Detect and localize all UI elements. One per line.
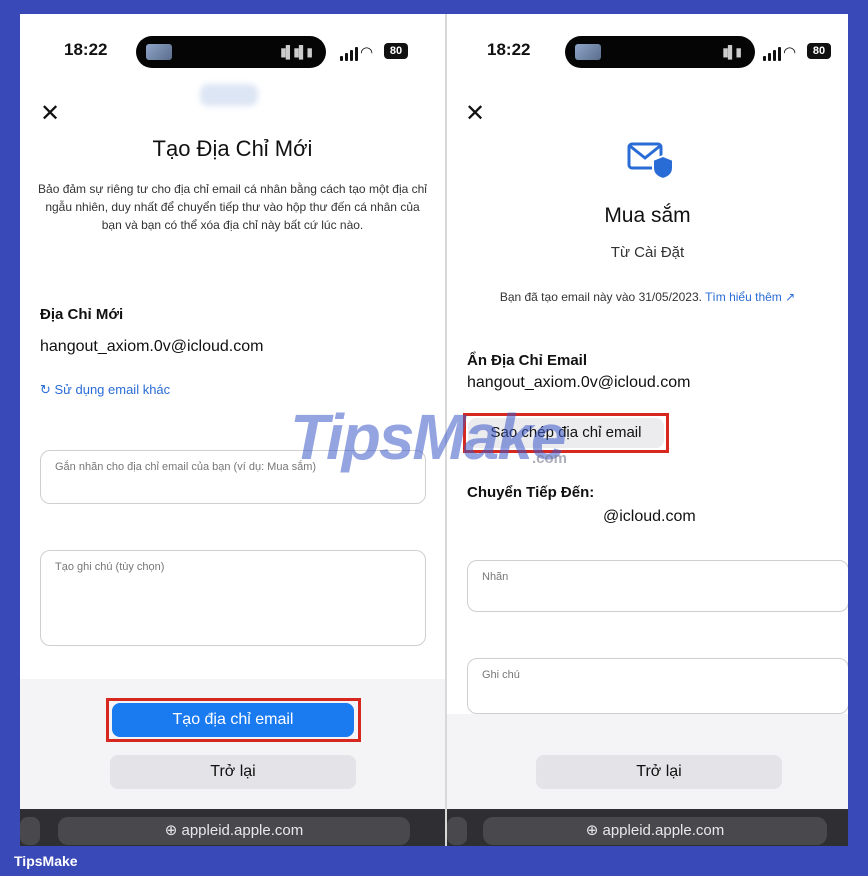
created-info-text: Bạn đã tạo email này vào 31/05/2023. bbox=[499, 290, 702, 304]
forward-to-value: @icloud.com bbox=[603, 508, 696, 525]
address-title: Mua sắm bbox=[604, 204, 691, 227]
status-bar: 18:22 ▮▌▮ ◠ 80 bbox=[447, 36, 848, 68]
signal-icon bbox=[763, 47, 781, 61]
dynamic-island: ▮▌▮▌▮ bbox=[136, 36, 326, 68]
media-thumbnail-icon bbox=[575, 44, 601, 60]
media-thumbnail-icon bbox=[146, 44, 172, 60]
watermark-logo: TipsMake bbox=[290, 401, 566, 473]
hide-email-value: hangout_axiom.0v@icloud.com bbox=[467, 374, 691, 391]
hide-email-label: Ẩn Địa Chỉ Email bbox=[467, 352, 588, 369]
label-input[interactable]: Nhãn bbox=[467, 560, 848, 612]
back-button[interactable]: Trở lại bbox=[536, 755, 782, 789]
note-input[interactable]: Ghi chú bbox=[467, 658, 848, 714]
audio-wave-icon: ▮▌▮ bbox=[722, 45, 742, 59]
address-bar[interactable]: ⊕ appleid.apple.com bbox=[58, 817, 410, 845]
address-bar[interactable]: ⊕ appleid.apple.com bbox=[483, 817, 827, 845]
tab-peek bbox=[447, 817, 467, 845]
close-icon[interactable]: ✕ bbox=[465, 102, 485, 126]
safari-toolbar: ⊕ appleid.apple.com bbox=[447, 809, 848, 846]
use-other-email-link[interactable]: ↻ Sử dụng email khác bbox=[40, 382, 170, 398]
status-icons: ◠ 80 bbox=[763, 43, 833, 61]
back-button[interactable]: Trở lại bbox=[110, 755, 356, 789]
wifi-icon: ◠ bbox=[360, 44, 374, 61]
dynamic-island: ▮▌▮ bbox=[565, 36, 755, 68]
description-text: Bảo đảm sự riêng tư cho địa chỉ email cá… bbox=[38, 182, 427, 232]
safari-toolbar: ⊕ appleid.apple.com bbox=[20, 809, 445, 846]
blurred-avatar bbox=[200, 84, 258, 106]
battery-icon: 80 bbox=[384, 43, 408, 59]
wifi-icon: ◠ bbox=[783, 44, 797, 61]
note-input[interactable]: Tạo ghi chú (tùy chọn) bbox=[40, 550, 426, 646]
create-email-button[interactable]: Tạo địa chỉ email bbox=[112, 703, 354, 737]
status-time: 18:22 bbox=[64, 40, 108, 59]
audio-wave-icon: ▮▌▮▌▮ bbox=[280, 45, 313, 59]
status-bar: 18:22 ▮▌▮▌▮ ◠ 80 bbox=[20, 36, 445, 68]
footer-brand: TipsMake bbox=[14, 853, 78, 869]
new-address-label: Địa Chỉ Mới bbox=[40, 306, 124, 323]
new-address-value: hangout_axiom.0v@icloud.com bbox=[40, 338, 264, 355]
learn-more-link[interactable]: Tìm hiểu thêm ↗ bbox=[705, 290, 795, 304]
forward-to-label: Chuyển Tiếp Đến: bbox=[467, 484, 595, 501]
address-subtitle: Từ Cài Đặt bbox=[610, 244, 685, 261]
battery-icon: 80 bbox=[807, 43, 831, 59]
signal-icon bbox=[340, 47, 358, 61]
page-title: Tạo Địa Chỉ Mới bbox=[152, 136, 313, 161]
status-icons: ◠ 80 bbox=[340, 43, 410, 61]
mail-shield-icon bbox=[627, 140, 675, 181]
created-info-line: Bạn đã tạo email này vào 31/05/2023. Tìm… bbox=[447, 290, 848, 304]
tab-peek bbox=[20, 817, 40, 845]
close-icon[interactable]: ✕ bbox=[40, 102, 60, 126]
status-time: 18:22 bbox=[487, 40, 531, 59]
watermark-suffix: .com bbox=[532, 450, 568, 467]
